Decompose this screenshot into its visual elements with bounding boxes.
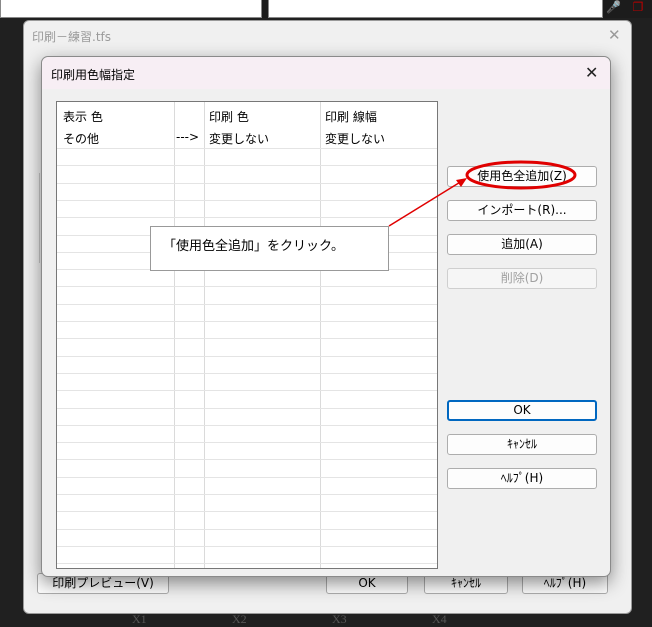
table-row-divider: [57, 200, 437, 201]
table-row-divider: [57, 148, 437, 149]
color-width-dialog: 印刷用色幅指定 ✕ 表示 色 印刷 色 印刷 線幅 その他 ---> 変更しない…: [41, 56, 611, 577]
add-button[interactable]: 追加(A): [447, 234, 597, 255]
table-row-divider: [57, 304, 437, 305]
table-cell[interactable]: その他: [63, 130, 99, 147]
delete-button[interactable]: 削除(D): [447, 268, 597, 289]
microphone-icon[interactable]: 🎤: [606, 0, 621, 16]
table-row-divider: [57, 217, 437, 218]
table-header[interactable]: 表示 色: [63, 108, 103, 125]
close-icon[interactable]: ✕: [585, 63, 598, 82]
table-row-divider: [57, 373, 437, 374]
document-icon[interactable]: ❐: [630, 0, 646, 16]
table-row-divider: [57, 165, 437, 166]
background-field-left: [0, 0, 262, 18]
table-row-divider: [57, 442, 437, 443]
axis-label-x4: X4: [432, 612, 447, 626]
table-row-divider: [57, 529, 437, 530]
print-window-title: 印刷－練習.tfs: [32, 30, 111, 44]
table-row-divider: [57, 338, 437, 339]
table-cell[interactable]: --->: [176, 130, 199, 144]
table-row-divider: [57, 408, 437, 409]
table-row-divider: [57, 546, 437, 547]
help-button[interactable]: ﾍﾙﾌﾟ(H): [447, 468, 597, 489]
dialog-title: 印刷用色幅指定: [51, 68, 136, 82]
color-table[interactable]: 表示 色 印刷 色 印刷 線幅 その他 ---> 変更しない 変更しない: [56, 101, 438, 569]
table-row-divider: [57, 321, 437, 322]
table-row-divider: [57, 390, 437, 391]
ok-button[interactable]: OK: [447, 400, 597, 421]
import-button[interactable]: インポート(R)...: [447, 200, 597, 221]
table-header[interactable]: 印刷 色: [209, 108, 249, 125]
close-icon[interactable]: ✕: [608, 26, 621, 44]
table-row-divider: [57, 425, 437, 426]
table-row-divider: [57, 477, 437, 478]
table-row-divider: [57, 356, 437, 357]
table-row-divider: [57, 494, 437, 495]
table-cell[interactable]: 変更しない: [325, 130, 385, 147]
table-row-divider: [57, 286, 437, 287]
dialog-titlebar: 印刷用色幅指定 ✕: [42, 57, 610, 89]
axis-label-x3: X3: [332, 612, 347, 626]
table-row-divider: [57, 563, 437, 564]
table-cell[interactable]: 変更しない: [209, 130, 269, 147]
table-header[interactable]: 印刷 線幅: [325, 108, 377, 125]
background-field-right: [268, 0, 603, 18]
add-all-used-colors-button[interactable]: 使用色全追加(Z): [447, 166, 597, 187]
cancel-button[interactable]: ｷｬﾝｾﾙ: [447, 434, 597, 455]
annotation-text: 「使用色全追加」をクリック。: [163, 239, 344, 254]
axis-label-x2: X2: [232, 612, 247, 626]
table-row-divider: [57, 183, 437, 184]
table-row-divider: [57, 511, 437, 512]
table-row-divider: [57, 459, 437, 460]
axis-label-x1: X1: [132, 612, 147, 626]
annotation-callout: 「使用色全追加」をクリック。: [150, 226, 389, 271]
